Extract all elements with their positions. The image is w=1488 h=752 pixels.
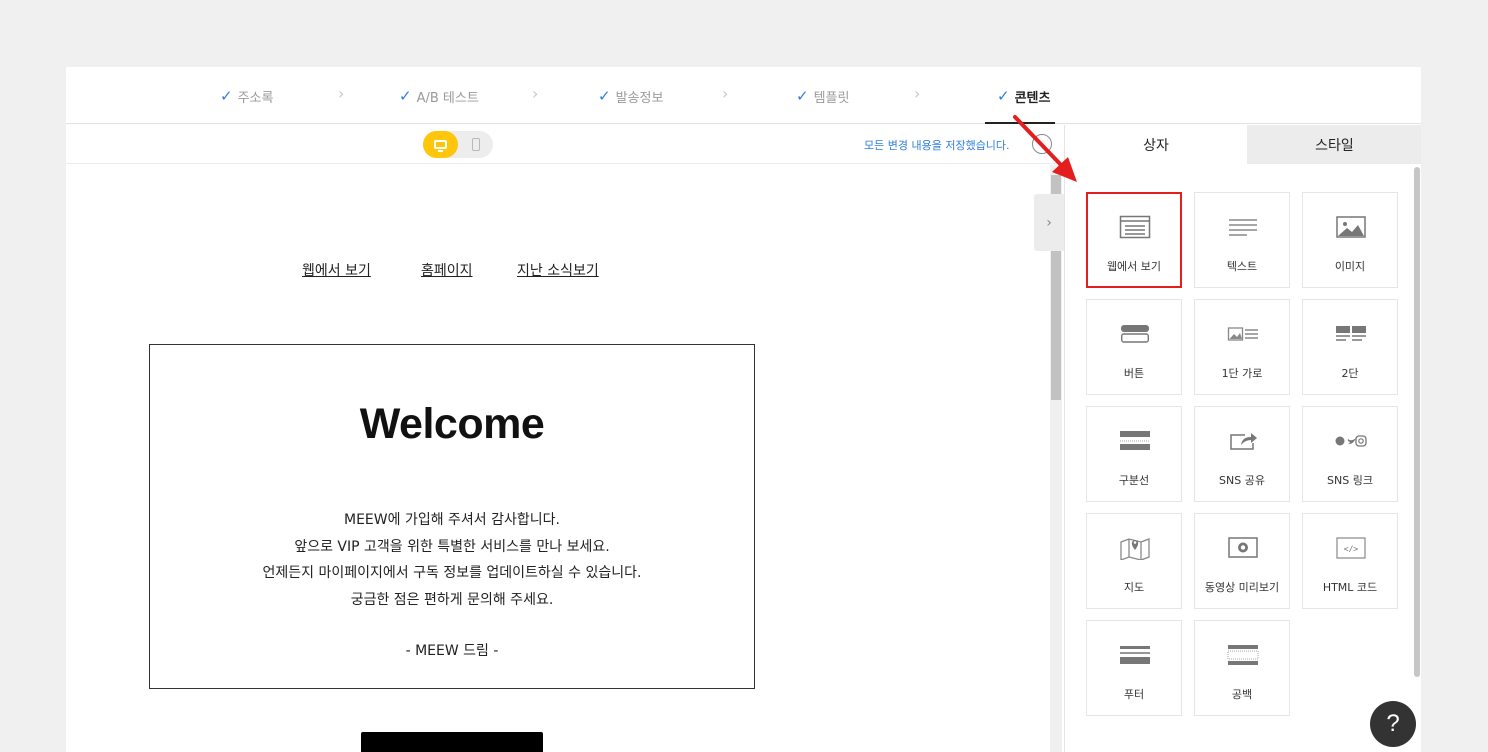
step-content[interactable]: ✓ 콘텐츠 [997,86,1050,106]
email-header-links: 웹에서 보기 홈페이지 지난 소식보기 [66,260,836,280]
tile-label: 지도 [1123,581,1145,594]
tile-label: 1단 가로 [1221,367,1263,380]
help-button[interactable]: ? [1370,701,1416,747]
tile-label: SNS 공유 [1219,474,1265,487]
step-ab-test[interactable]: ✓ A/B 테스트 [399,86,479,106]
homepage-link[interactable]: 홈페이지 [421,260,473,280]
view-in-web-link[interactable]: 웹에서 보기 [302,260,371,280]
browser-window-icon [1119,215,1151,239]
step-send-info[interactable]: ✓ 발송정보 [598,86,663,106]
tile-label: SNS 링크 [1327,474,1373,487]
welcome-body: MEEW에 가입해 주셔서 감사합니다. 앞으로 VIP 고객을 위한 특별한 … [150,507,754,613]
tile-sns-link[interactable]: SNS 링크 [1302,406,1398,502]
spacer-icon [1227,645,1259,665]
map-icon [1120,538,1150,560]
tile-label: 이미지 [1334,260,1366,273]
panel-scrollbar[interactable] [1414,167,1420,677]
tile-spacer[interactable]: 공백 [1194,620,1290,716]
body-line: 언제든지 마이페이지에서 구독 정보를 업데이트하실 수 있습니다. [262,565,642,581]
tile-one-column-row[interactable]: 1단 가로 [1194,299,1290,395]
tile-label: HTML 코드 [1322,581,1378,594]
editor-frame: ✓ 주소록 › ✓ A/B 테스트 › ✓ 발송정보 › ✓ 템플릿 › ✓ 콘… [66,67,1421,752]
step-label: 주소록 [237,90,274,106]
welcome-title: Welcome [359,400,545,448]
tile-view-in-web[interactable]: 웹에서 보기 [1086,192,1182,288]
chevron-right-icon: › [1046,214,1052,231]
tab-style[interactable]: 스타일 [1247,125,1421,164]
check-icon: ✓ [997,87,1010,105]
chevron-right-icon: › [722,84,729,103]
tile-label: 공백 [1231,688,1253,701]
progress-stepper: ✓ 주소록 › ✓ A/B 테스트 › ✓ 발송정보 › ✓ 템플릿 › ✓ 콘… [66,67,1421,124]
button-icon [1121,325,1150,343]
step-label: 템플릿 [813,90,850,106]
monitor-icon [434,140,447,152]
cta-button[interactable] [361,732,543,752]
check-icon: ✓ [598,87,611,105]
two-column-icon [1336,326,1366,341]
tile-label: 동영상 미리보기 [1204,581,1280,594]
chevron-right-icon: › [914,84,921,103]
tile-label: 2단 [1341,367,1359,380]
tile-sns-share[interactable]: SNS 공유 [1194,406,1290,502]
tile-label: 구분선 [1118,474,1150,487]
blocks-panel: 상자 스타일 웹에서 보기 텍스트 이미지 버튼 1단 가로 2단 구분선 SN… [1064,125,1421,752]
svg-text:</>: </> [1344,545,1359,554]
tile-two-column[interactable]: 2단 [1302,299,1398,395]
canvas-scrollbar[interactable] [1050,165,1062,752]
body-line: 궁금한 점은 편하게 문의해 주세요. [350,591,554,608]
share-icon [1230,433,1257,450]
editor-toolbar: 모든 변경 내용을 저장했습니다. [66,125,1064,164]
tile-image[interactable]: 이미지 [1302,192,1398,288]
text-lines-icon [1229,219,1257,236]
history-icon[interactable] [1032,134,1052,154]
tile-label: 텍스트 [1226,260,1258,273]
past-news-link[interactable]: 지난 소식보기 [517,260,599,280]
step-label: 발송정보 [615,90,664,106]
check-icon: ✓ [796,87,809,105]
collapse-panel-button[interactable]: › [1034,194,1064,251]
image-text-row-icon [1227,327,1258,341]
step-template[interactable]: ✓ 템플릿 [796,86,849,106]
body-line: 앞으로 VIP 고객을 위한 특별한 서비스를 만나 보세요. [294,538,610,555]
tile-footer[interactable]: 푸터 [1086,620,1182,716]
tile-label: 푸터 [1123,688,1145,701]
step-label: 콘텐츠 [1014,90,1051,106]
phone-icon [471,138,480,151]
chevron-right-icon: › [532,84,539,103]
check-icon: ✓ [399,87,412,105]
tile-label: 웹에서 보기 [1106,260,1162,273]
video-icon [1228,537,1258,558]
step-address-book[interactable]: ✓ 주소록 [220,86,273,106]
tile-text[interactable]: 텍스트 [1194,192,1290,288]
tile-map[interactable]: 지도 [1086,513,1182,609]
code-icon: </> [1336,537,1366,559]
tile-html-code[interactable]: </> HTML 코드 [1302,513,1398,609]
tile-label: 버튼 [1123,367,1145,380]
welcome-block[interactable]: Welcome MEEW에 가입해 주셔서 감사합니다. 앞으로 VIP 고객을… [149,344,755,689]
desktop-view-button[interactable] [423,131,458,158]
tile-video-preview[interactable]: 동영상 미리보기 [1194,513,1290,609]
save-status: 모든 변경 내용을 저장했습니다. [864,139,1010,152]
footer-icon [1120,646,1150,664]
tab-box[interactable]: 상자 [1065,125,1247,164]
check-icon: ✓ [220,87,233,105]
device-toggle [423,131,493,158]
divider-icon [1120,431,1150,450]
tile-divider[interactable]: 구분선 [1086,406,1182,502]
signature: - MEEW 드림 - [405,643,499,659]
email-canvas: 웹에서 보기 홈페이지 지난 소식보기 Welcome MEEW에 가입해 주셔… [66,165,1050,752]
image-icon [1336,216,1366,238]
body-line: MEEW에 가입해 주셔서 감사합니다. [344,512,560,528]
mobile-view-button[interactable] [458,131,493,158]
active-step-indicator [985,122,1055,124]
tile-button[interactable]: 버튼 [1086,299,1182,395]
social-links-icon [1335,435,1367,447]
step-label: A/B 테스트 [416,90,479,106]
chevron-right-icon: › [338,84,345,103]
